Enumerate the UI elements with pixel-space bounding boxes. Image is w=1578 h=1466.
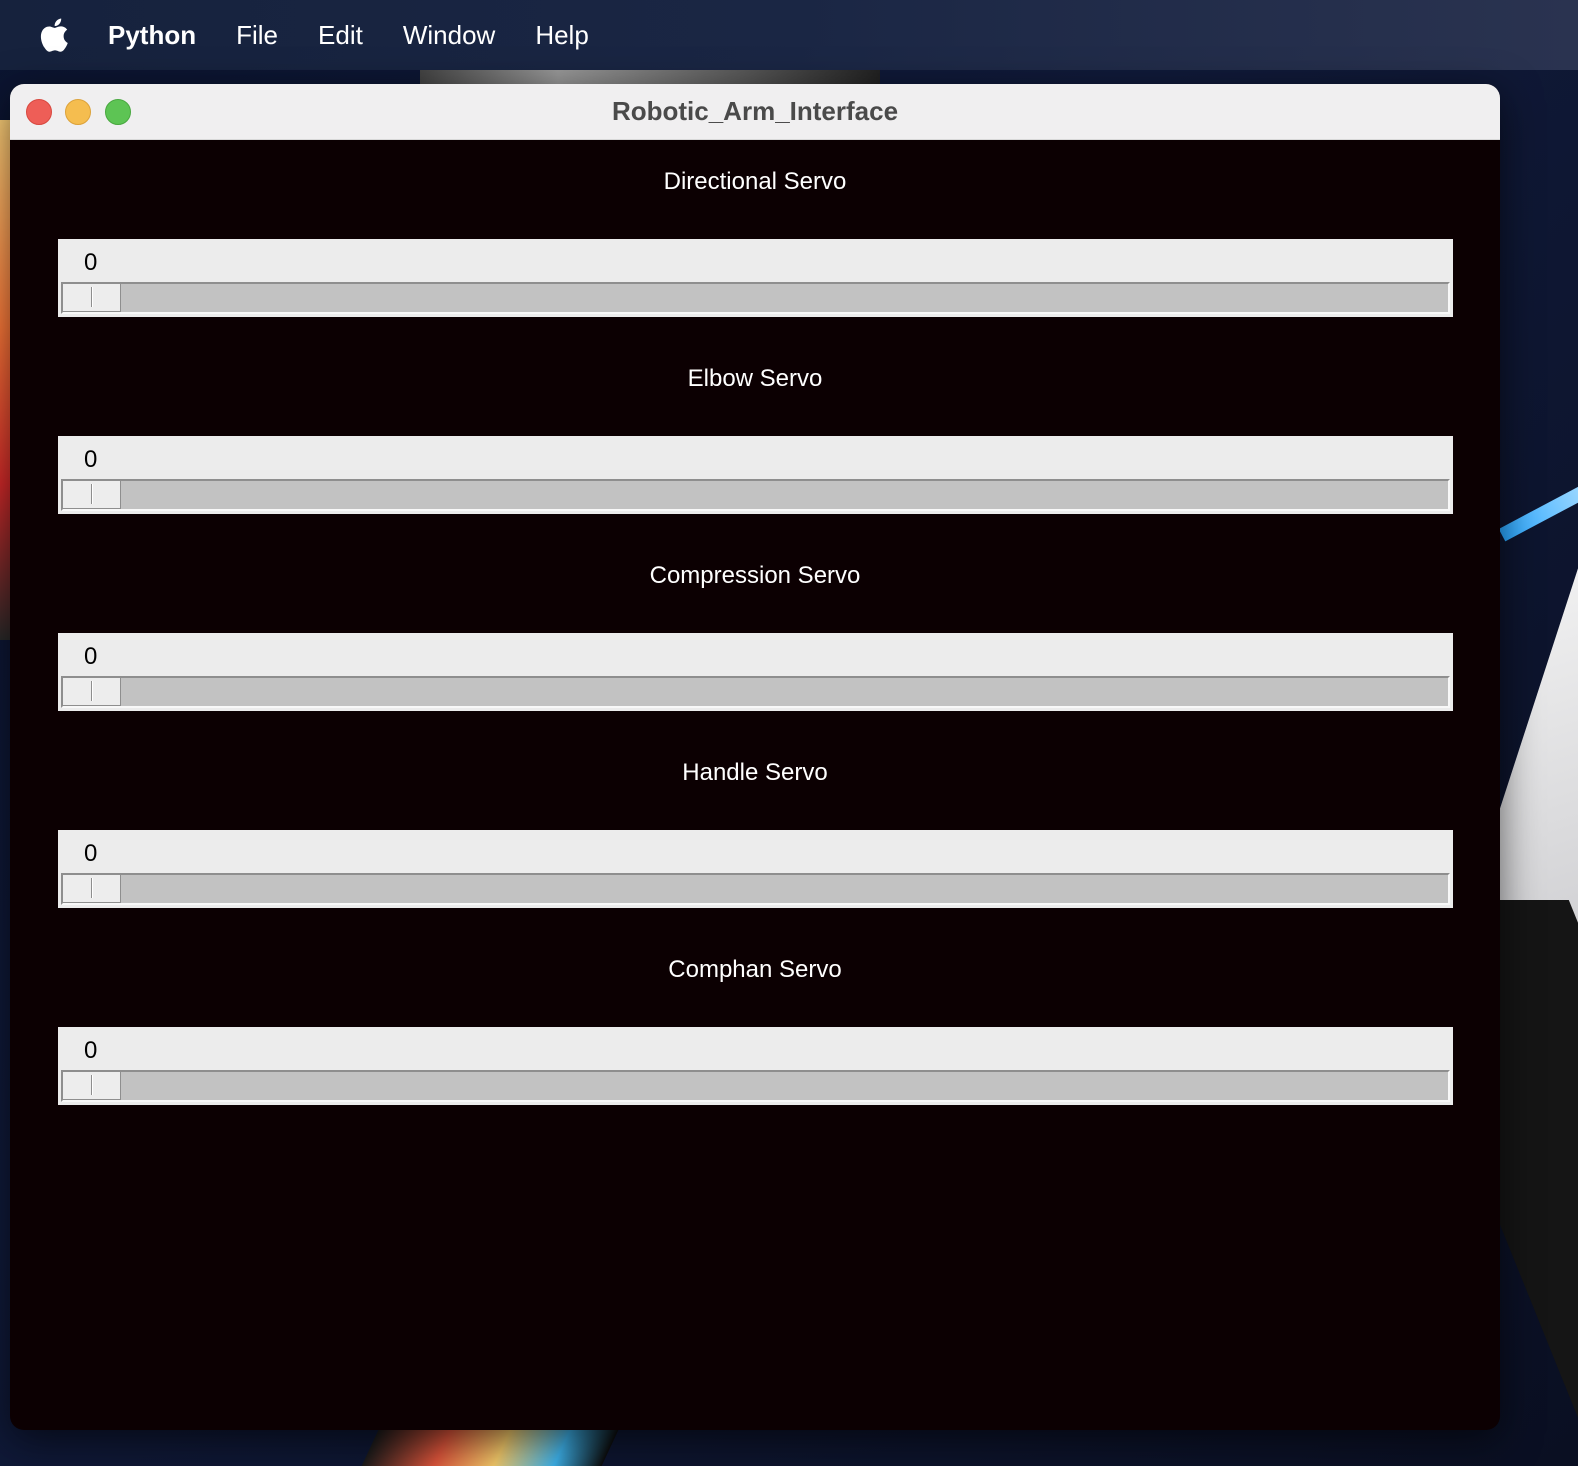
servo-scale: 0 xyxy=(58,239,1453,317)
apple-logo-icon[interactable] xyxy=(38,17,70,53)
menu-bar: Python File Edit Window Help xyxy=(0,0,1578,70)
scale-trough[interactable] xyxy=(61,479,1450,511)
menu-item-python[interactable]: Python xyxy=(108,20,196,51)
scale-slider-handle[interactable] xyxy=(63,481,121,509)
servo-scale: 0 xyxy=(58,633,1453,711)
zoom-window-button[interactable] xyxy=(105,99,131,125)
servo-scale: 0 xyxy=(58,1027,1453,1105)
servo-label: Compression Servo xyxy=(649,562,861,589)
menu-item-window[interactable]: Window xyxy=(403,20,495,51)
scale-value: 0 xyxy=(84,446,98,473)
servo-panel: Directional Servo 0 Elbow Servo 0 Compre… xyxy=(10,140,1500,1430)
app-window: Robotic_Arm_Interface Directional Servo … xyxy=(10,84,1500,1430)
wallpaper-shape xyxy=(420,70,880,84)
servo-label: Comphan Servo xyxy=(668,956,842,983)
scale-value: 0 xyxy=(84,1037,98,1064)
scale-trough[interactable] xyxy=(61,1070,1450,1102)
scale-trough[interactable] xyxy=(61,282,1450,314)
scale-value: 0 xyxy=(84,840,98,867)
scale-trough[interactable] xyxy=(61,676,1450,708)
servo-label: Elbow Servo xyxy=(687,365,823,392)
servo-label: Directional Servo xyxy=(663,168,847,195)
scale-trough[interactable] xyxy=(61,873,1450,905)
wallpaper-shape xyxy=(1498,472,1578,542)
menu-item-help[interactable]: Help xyxy=(535,20,588,51)
title-bar[interactable]: Robotic_Arm_Interface xyxy=(10,84,1500,140)
scale-slider-handle[interactable] xyxy=(63,875,121,903)
scale-slider-handle[interactable] xyxy=(63,284,121,312)
close-window-button[interactable] xyxy=(26,99,52,125)
servo-scale: 0 xyxy=(58,436,1453,514)
scale-slider-handle[interactable] xyxy=(63,1072,121,1100)
window-title: Robotic_Arm_Interface xyxy=(611,96,899,126)
scale-slider-handle[interactable] xyxy=(63,678,121,706)
scale-value: 0 xyxy=(84,643,98,670)
menu-item-file[interactable]: File xyxy=(236,20,278,51)
scale-value: 0 xyxy=(84,249,98,276)
menu-item-edit[interactable]: Edit xyxy=(318,20,363,51)
minimize-window-button[interactable] xyxy=(65,99,91,125)
wallpaper-shape xyxy=(360,1428,620,1466)
servo-label: Handle Servo xyxy=(682,759,828,786)
servo-scale: 0 xyxy=(58,830,1453,908)
